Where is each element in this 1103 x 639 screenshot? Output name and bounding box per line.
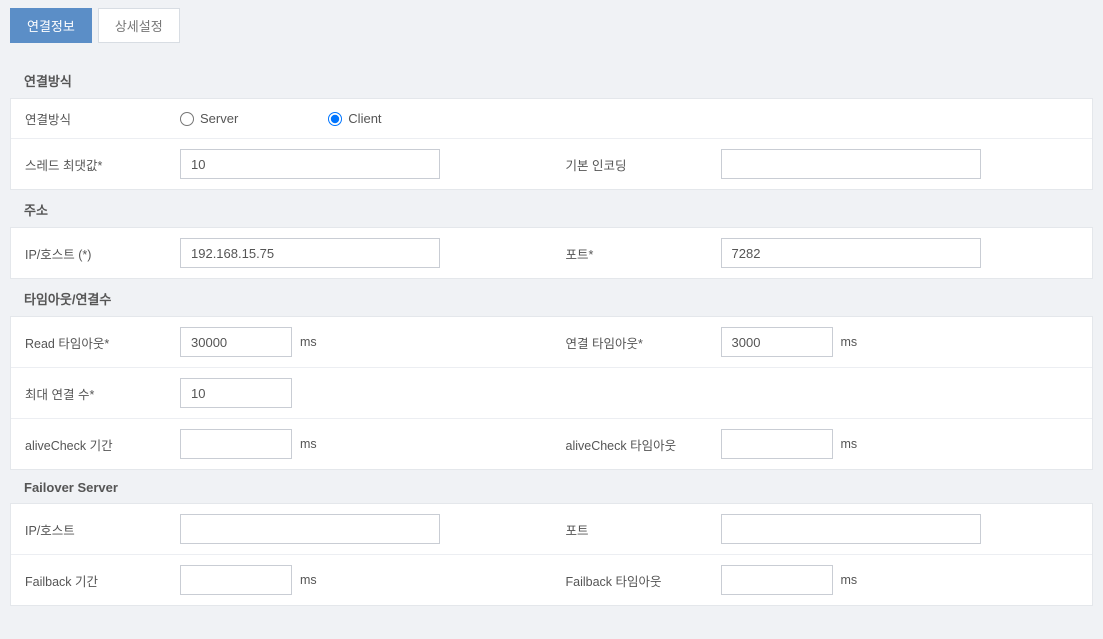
section-body-connection-method: 연결방식 Server Client: [10, 98, 1093, 190]
section-body-timeout: Read 타임아웃* ms 연결 타임아웃* ms: [10, 316, 1093, 470]
input-failback-period[interactable]: [180, 565, 292, 595]
section-body-failover: IP/호스트 포트 Failback 기간: [10, 503, 1093, 606]
label-failover-ip-host: IP/호스트: [25, 520, 180, 539]
label-read-timeout: Read 타임아웃*: [25, 333, 180, 352]
input-alivecheck-timeout[interactable]: [721, 429, 833, 459]
label-default-encoding: 기본 인코딩: [566, 155, 721, 174]
section-title-address: 주소: [10, 190, 1093, 227]
section-title-failover: Failover Server: [10, 470, 1093, 503]
label-failback-timeout: Failback 타임아웃: [566, 571, 721, 590]
input-failover-ip-host[interactable]: [180, 514, 440, 544]
radio-client-label: Client: [348, 111, 381, 126]
radio-server-label: Server: [200, 111, 238, 126]
label-alivecheck-period: aliveCheck 기간: [25, 435, 180, 454]
label-failover-port: 포트: [566, 520, 721, 539]
unit-ms: ms: [841, 335, 858, 349]
input-failback-timeout[interactable]: [721, 565, 833, 595]
unit-ms: ms: [841, 573, 858, 587]
label-failback-period: Failback 기간: [25, 571, 180, 590]
input-alivecheck-period[interactable]: [180, 429, 292, 459]
unit-ms: ms: [300, 335, 317, 349]
label-port: 포트*: [566, 244, 721, 263]
section-title-timeout: 타임아웃/연결수: [10, 279, 1093, 316]
form-panel: 연결방식 연결방식 Server Client: [10, 61, 1093, 606]
input-thread-max[interactable]: [180, 149, 440, 179]
tab-connection-info[interactable]: 연결정보: [10, 8, 92, 43]
label-connection-method: 연결방식: [25, 109, 180, 128]
tab-bar: 연결정보 상세설정: [10, 8, 1093, 43]
section-title-connection-method: 연결방식: [10, 61, 1093, 98]
label-alivecheck-timeout: aliveCheck 타임아웃: [566, 435, 721, 454]
input-default-encoding[interactable]: [721, 149, 981, 179]
radio-server-input[interactable]: [180, 112, 194, 126]
unit-ms: ms: [300, 437, 317, 451]
label-conn-timeout: 연결 타임아웃*: [566, 333, 721, 352]
radio-client[interactable]: Client: [328, 111, 381, 126]
unit-ms: ms: [841, 437, 858, 451]
label-max-conn: 최대 연결 수*: [25, 384, 180, 403]
input-failover-port[interactable]: [721, 514, 981, 544]
input-max-conn[interactable]: [180, 378, 292, 408]
input-conn-timeout[interactable]: [721, 327, 833, 357]
radio-client-input[interactable]: [328, 112, 342, 126]
input-ip-host[interactable]: [180, 238, 440, 268]
tab-detail-settings[interactable]: 상세설정: [98, 8, 180, 43]
input-read-timeout[interactable]: [180, 327, 292, 357]
label-ip-host: IP/호스트 (*): [25, 244, 180, 263]
unit-ms: ms: [300, 573, 317, 587]
radio-server[interactable]: Server: [180, 111, 238, 126]
section-body-address: IP/호스트 (*) 포트*: [10, 227, 1093, 279]
input-port[interactable]: [721, 238, 981, 268]
label-thread-max: 스레드 최댓값*: [25, 155, 180, 174]
